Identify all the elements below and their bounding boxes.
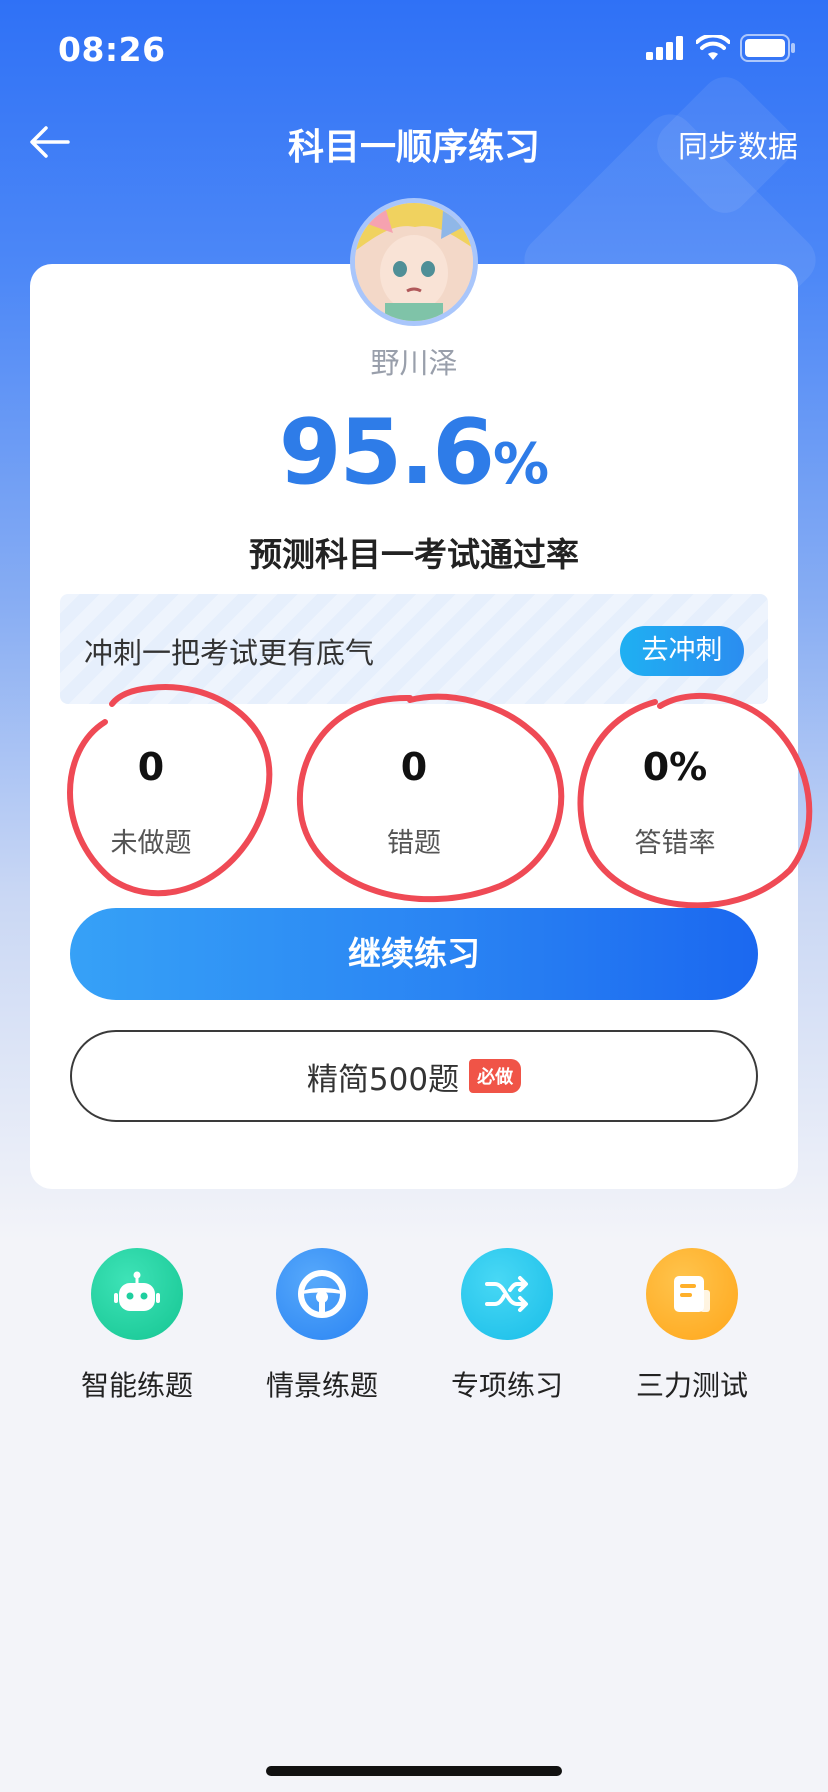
- quick-tools: 智能练题 情景练题 专项练习 三力测试: [0, 1248, 828, 1408]
- stat-unanswered[interactable]: 0 未做题: [21, 745, 281, 860]
- status-bar: 08:26: [0, 0, 828, 100]
- stat-label: 答错率: [634, 828, 716, 859]
- simplified-500-button[interactable]: 精简500题 必做: [70, 1030, 758, 1122]
- avatar[interactable]: [350, 198, 478, 326]
- stat-value: 0: [400, 745, 428, 789]
- sync-data-button[interactable]: 同步数据: [678, 122, 798, 166]
- avatar-image: [355, 203, 473, 321]
- navigation-bar: 科目一顺序练习 同步数据: [0, 100, 828, 184]
- shuffle-icon-circle: [461, 1248, 553, 1340]
- stat-error-rate[interactable]: 0% 答错率: [545, 745, 805, 860]
- sprint-banner: 冲刺一把考试更有底气 去冲刺: [60, 594, 768, 704]
- tool-label: 专项练习: [450, 1369, 563, 1402]
- tool-label: 三力测试: [635, 1369, 748, 1402]
- robot-icon-circle: [91, 1248, 183, 1340]
- battery-icon: [740, 34, 795, 62]
- tool-three-ability-test[interactable]: 三力测试: [602, 1248, 782, 1404]
- stat-label: 未做题: [110, 828, 192, 859]
- tool-label: 智能练题: [80, 1369, 193, 1402]
- tool-special-practice[interactable]: 专项练习: [417, 1248, 597, 1404]
- stat-value: 0%: [642, 745, 708, 789]
- pass-rate-unit: %: [492, 432, 550, 497]
- stat-value: 0: [137, 745, 165, 789]
- document-icon-circle: [646, 1248, 738, 1340]
- tool-label: 情景练题: [265, 1369, 378, 1402]
- sprint-banner-text: 冲刺一把考试更有底气: [84, 636, 375, 670]
- robot-icon: [114, 1271, 160, 1311]
- steering-wheel-icon: [298, 1270, 346, 1318]
- pass-rate-value: 95.6: [278, 400, 495, 505]
- simplified-500-label: 精简500题: [306, 1061, 460, 1098]
- sprint-button[interactable]: 去冲刺: [620, 626, 744, 676]
- stat-wrong-questions[interactable]: 0 错题: [284, 745, 544, 860]
- continue-practice-button[interactable]: 继续练习: [70, 908, 758, 1000]
- stat-label: 错题: [387, 828, 441, 859]
- wifi-icon: [696, 35, 730, 60]
- shuffle-icon: [485, 1276, 528, 1312]
- tool-smart-practice[interactable]: 智能练题: [47, 1248, 227, 1404]
- system-icons: [646, 34, 796, 62]
- pass-rate-label: 预测科目一考试通过率: [249, 535, 579, 574]
- steering-wheel-icon-circle: [276, 1248, 368, 1340]
- cellular-signal-icon: [646, 36, 683, 60]
- must-do-badge: 必做: [469, 1059, 522, 1093]
- document-icon: [674, 1276, 710, 1312]
- home-indicator: [266, 1766, 562, 1776]
- status-time: 08:26: [58, 30, 166, 69]
- username: 野川泽: [370, 346, 458, 380]
- pass-rate: 95.6%: [0, 400, 828, 505]
- tool-scenario-practice[interactable]: 情景练题: [232, 1248, 412, 1404]
